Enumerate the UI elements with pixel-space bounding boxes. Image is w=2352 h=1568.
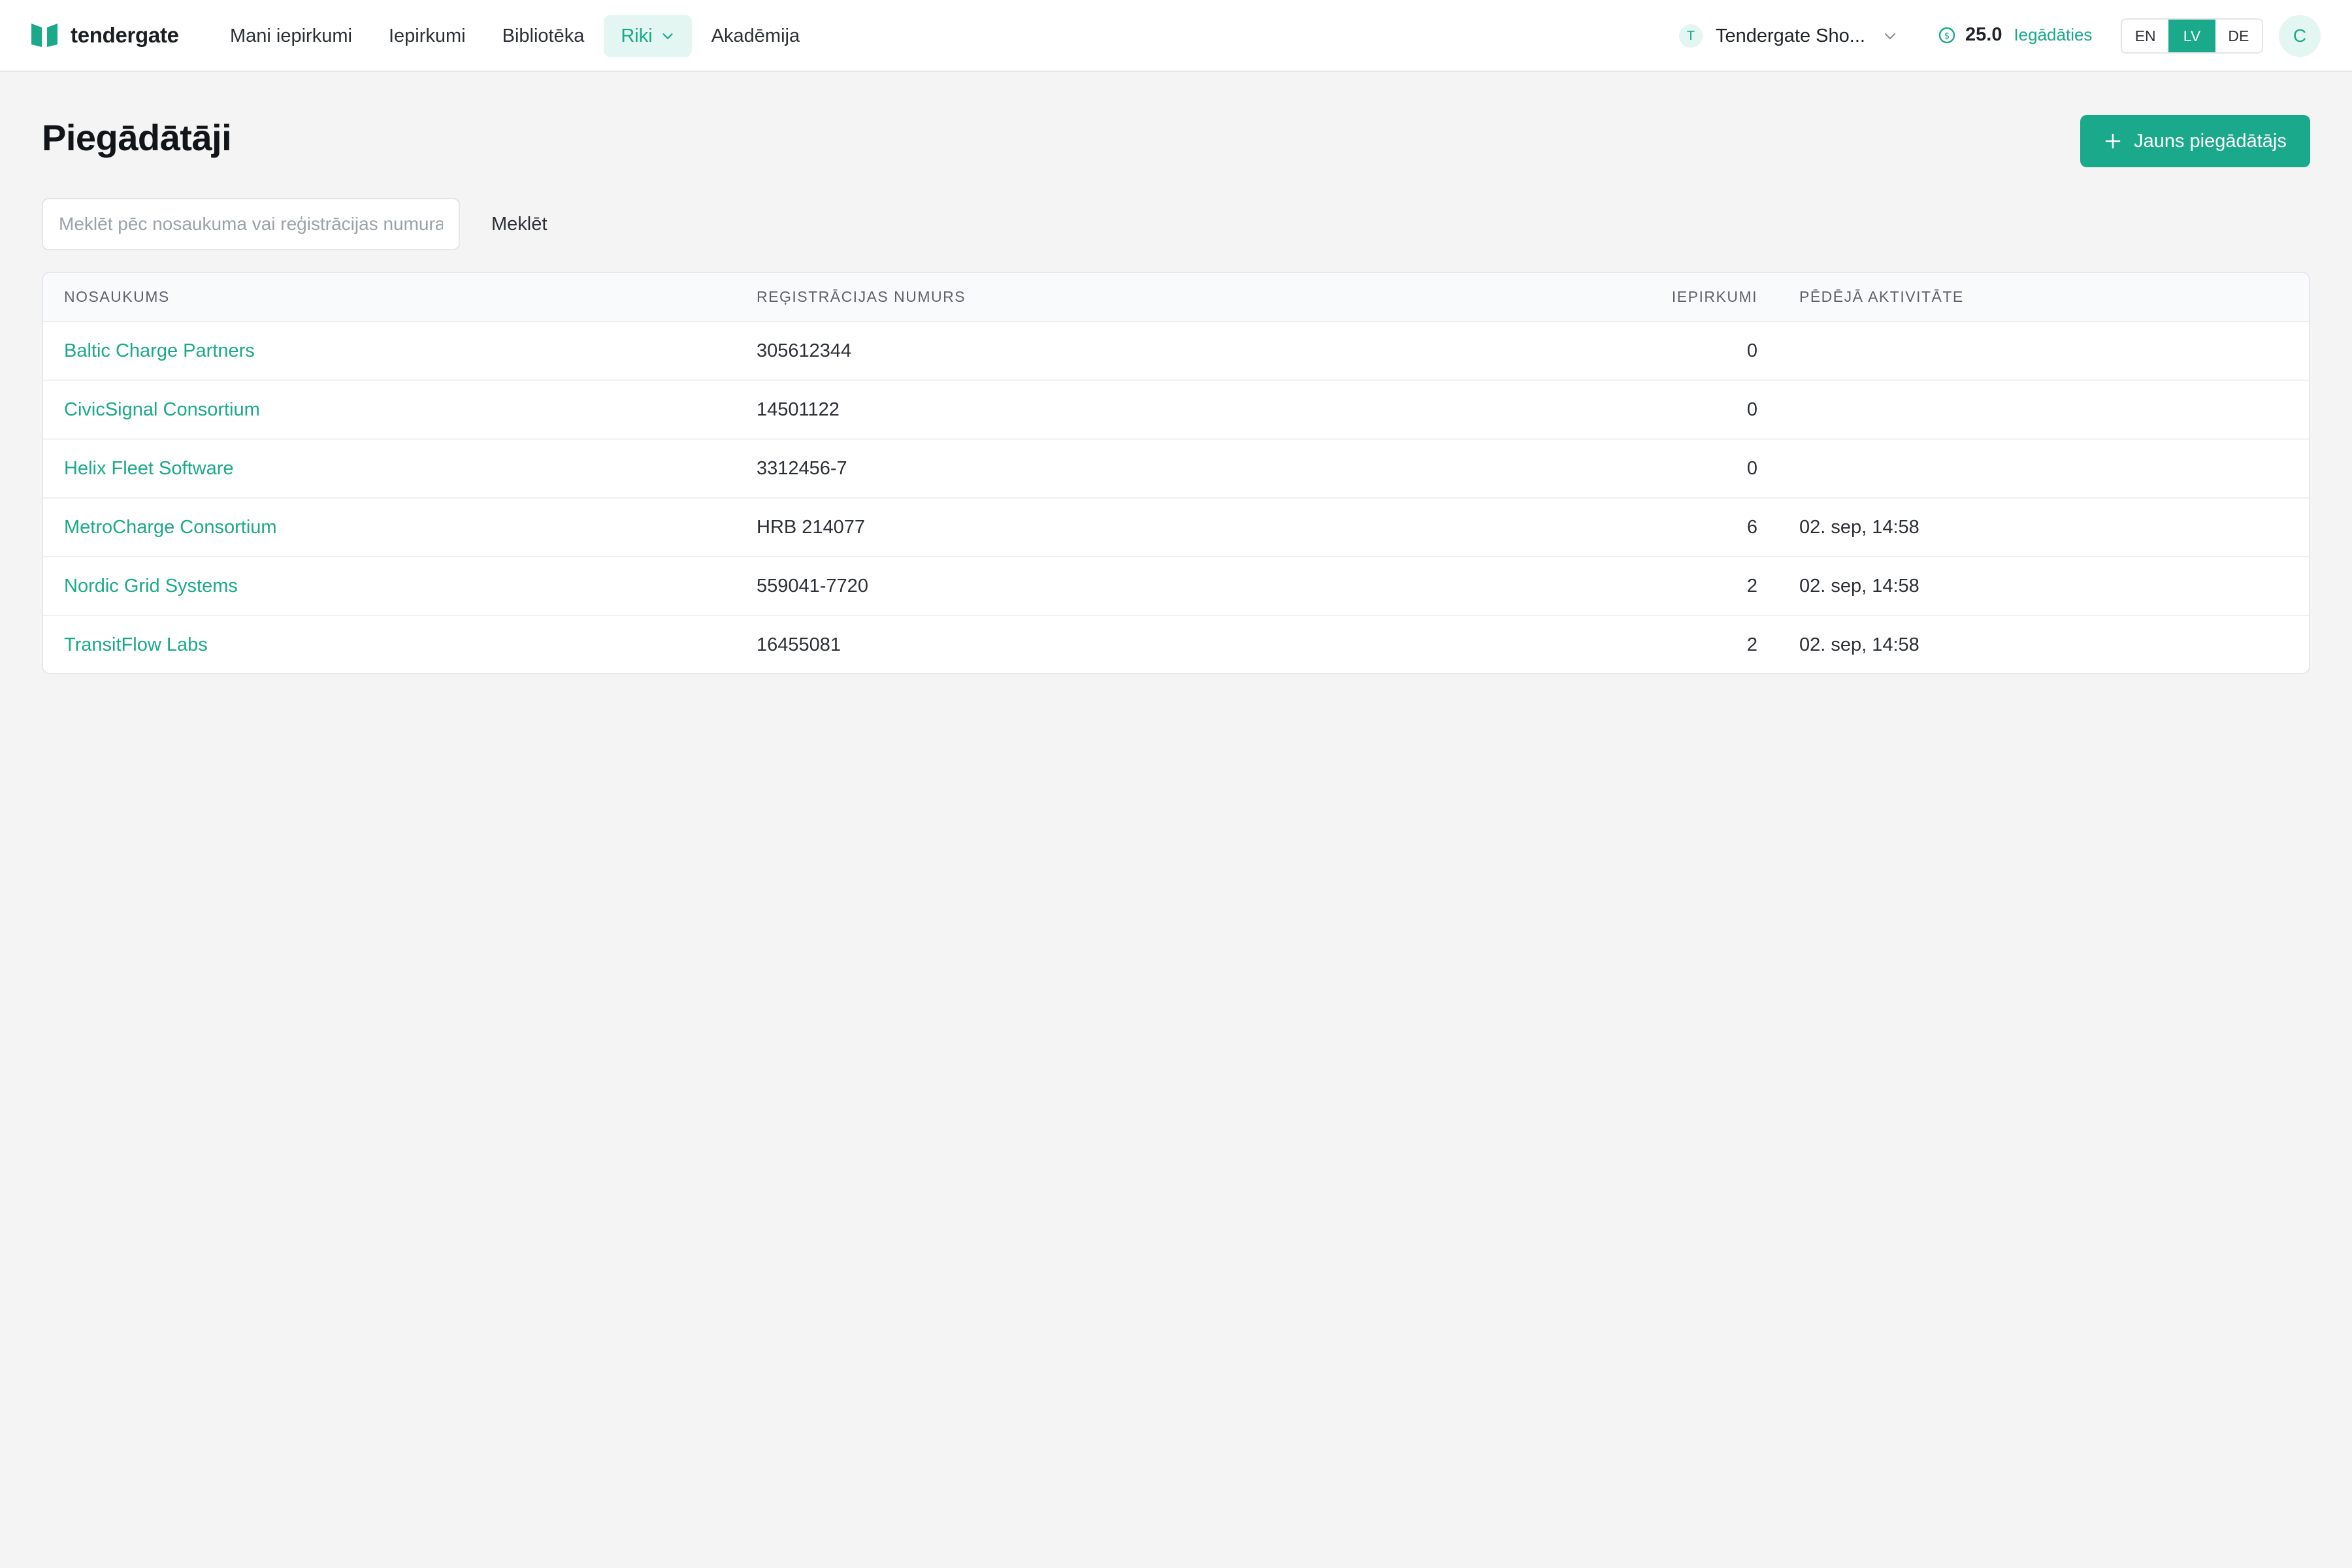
suppliers-table: NOSAUKUMS REĢISTRĀCIJAS NUMURS IEPIRKUMI… [42,272,2310,674]
column-header-last-activity[interactable]: PĒDĒJĀ AKTIVITĀTE [1757,273,2309,322]
language-option-en[interactable]: EN [2122,20,2168,52]
svg-text:$: $ [1944,31,1950,41]
registration-cell: 16455081 [757,615,1551,673]
organization-switcher[interactable]: T Tendergate Sho... [1679,24,1898,48]
supplier-name-cell: Baltic Charge Partners [43,321,757,380]
supplier-link[interactable]: Baltic Charge Partners [64,340,255,361]
column-header-name[interactable]: NOSAUKUMS [43,273,757,322]
buy-credits-link[interactable]: Iegādāties [2014,25,2092,45]
supplier-link[interactable]: MetroCharge Consortium [64,517,277,538]
search-input[interactable] [42,198,460,250]
procurements-cell: 6 [1551,497,1757,557]
supplier-link[interactable]: CivicSignal Consortium [64,399,260,420]
nav-item-riki[interactable]: Riki [604,15,692,57]
table-row[interactable]: MetroCharge Consortium HRB 214077 6 02. … [43,497,2309,557]
last-activity-cell [1757,438,2309,498]
supplier-link[interactable]: Nordic Grid Systems [64,576,238,596]
top-navigation-bar: tendergate Mani iepirkumi Iepirkumi Bibl… [0,0,2352,72]
nav-item-mani-iepirkumi[interactable]: Mani iepirkumi [213,15,369,57]
nav-item-iepirkumi[interactable]: Iepirkumi [372,15,483,57]
coin-icon: $ [1938,27,1955,43]
registration-cell: 559041-7720 [757,556,1551,615]
procurements-cell: 0 [1551,380,1757,439]
main-nav: Mani iepirkumi Iepirkumi Bibliotēka Riki… [213,15,819,57]
supplier-name-cell: CivicSignal Consortium [43,380,757,439]
nav-item-label: Bibliotēka [502,25,585,46]
registration-cell: 14501122 [757,380,1551,439]
procurements-cell: 2 [1551,556,1757,615]
supplier-link[interactable]: Helix Fleet Software [64,458,234,479]
org-badge: T [1679,24,1703,48]
last-activity-cell: 02. sep, 14:58 [1757,497,2309,557]
logo[interactable]: tendergate [30,22,179,48]
logo-text: tendergate [71,23,179,47]
table-row[interactable]: CivicSignal Consortium 14501122 0 [43,380,2309,439]
supplier-name-cell: MetroCharge Consortium [43,497,757,557]
last-activity-cell [1757,321,2309,380]
column-header-procurements[interactable]: IEPIRKUMI [1551,273,1757,322]
supplier-name-cell: Nordic Grid Systems [43,556,757,615]
org-name: Tendergate Sho... [1716,25,1865,46]
supplier-name-cell: Helix Fleet Software [43,438,757,498]
procurements-cell: 0 [1551,438,1757,498]
credits-balance: $ 25.0 Iegādāties [1938,24,2092,46]
nav-item-akademija[interactable]: Akadēmija [694,15,817,57]
search-button[interactable]: Meklēt [477,198,561,250]
supplier-link[interactable]: TransitFlow Labs [64,634,208,655]
credits-value: 25.0 [1965,24,2002,45]
registration-cell: 305612344 [757,340,852,361]
procurements-cell: 0 [1746,340,1757,361]
last-activity-cell: 02. sep, 14:58 [1757,615,2309,673]
page-title: Piegādātāji [42,117,232,158]
logo-icon [31,24,57,47]
registration-cell: HRB 214077 [757,497,1551,557]
table-header-row: NOSAUKUMS REĢISTRĀCIJAS NUMURS IEPIRKUMI… [43,273,2309,322]
table-row[interactable]: Baltic Charge Partners 305612344 0 [43,321,2309,380]
registration-cell: 3312456-7 [757,438,1551,498]
procurements-cell: 2 [1551,615,1757,673]
supplier-name-cell: TransitFlow Labs [43,615,757,673]
language-option-lv[interactable]: LV [2168,20,2215,52]
column-header-registration[interactable]: REĢISTRĀCIJAS NUMURS [757,273,1551,322]
chevron-down-icon [662,33,673,39]
nav-item-label: Riki [621,25,653,46]
new-supplier-button-label: Jauns piegādātājs [2134,130,2287,152]
language-option-de[interactable]: DE [2215,20,2262,52]
nav-item-label: Mani iepirkumi [230,25,352,46]
new-supplier-button[interactable]: Jauns piegādātājs [2080,115,2310,167]
nav-item-biblioteka[interactable]: Bibliotēka [485,15,602,57]
user-avatar[interactable]: C [2279,15,2321,57]
plus-icon [2105,133,2121,149]
last-activity-cell: 02. sep, 14:58 [1757,556,2309,615]
table-row[interactable]: Helix Fleet Software 3312456-7 0 [43,438,2309,498]
nav-item-label: Akadēmija [711,25,800,46]
table-row[interactable]: TransitFlow Labs 16455081 2 02. sep, 14:… [43,615,2309,673]
table-row[interactable]: Nordic Grid Systems 559041-7720 2 02. se… [43,556,2309,615]
language-switcher: EN LV DE [2121,18,2263,54]
nav-item-label: Iepirkumi [388,25,466,46]
chevron-down-icon [1884,33,1896,40]
last-activity-cell [1757,380,2309,439]
